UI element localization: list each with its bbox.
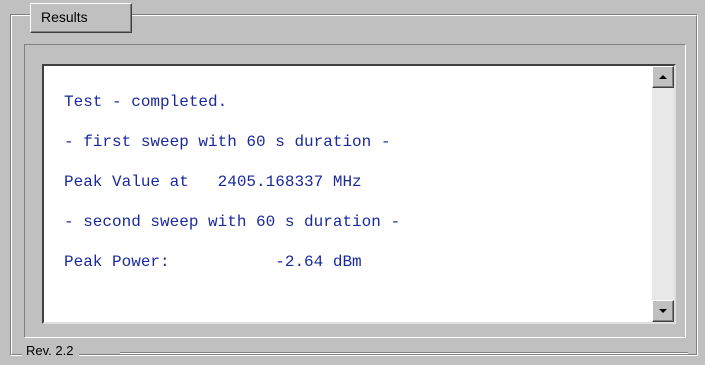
revision-divider [120,352,688,354]
output-lines: Test - completed. - first sweep with 60 … [64,84,400,284]
vertical-scrollbar[interactable] [652,66,674,322]
output-line-second-sweep: - second sweep with 60 s duration - [64,213,401,231]
scroll-down-arrow-icon [659,309,667,313]
output-line-first-sweep: - first sweep with 60 s duration - [64,133,391,151]
results-output-textbox[interactable]: Test - completed. - first sweep with 60 … [42,64,676,324]
scroll-up-button[interactable] [652,66,674,88]
output-line-status: Test - completed. [64,93,228,111]
output-line-peak-value: Peak Value at 2405.168337 MHz [64,173,362,191]
results-tab-label: Results [30,3,132,33]
scroll-up-arrow-icon [659,75,667,79]
output-line-peak-power: Peak Power: -2.64 dBm [64,253,362,271]
scroll-down-button[interactable] [652,300,674,322]
revision-label: Rev. 2.2 [22,342,80,360]
